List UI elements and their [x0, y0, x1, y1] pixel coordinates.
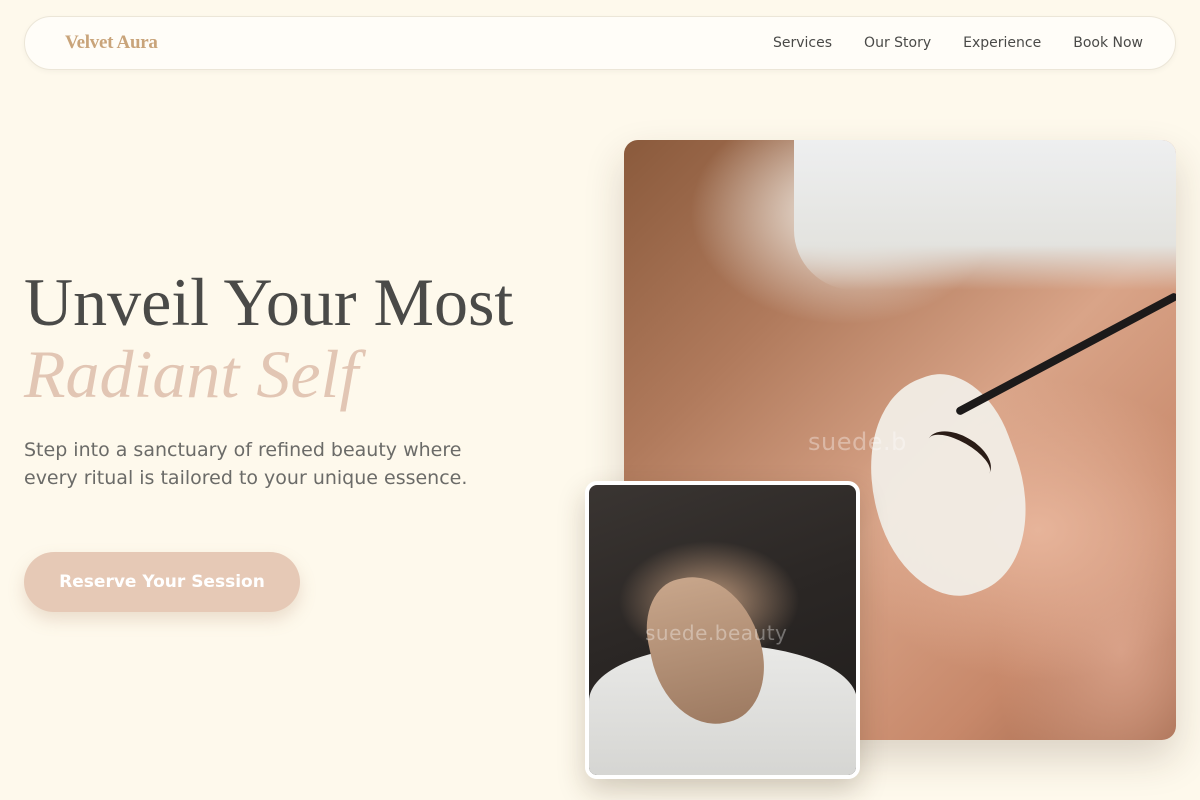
photo-eye-pad	[838, 356, 1056, 616]
photo-background-linen	[794, 140, 1176, 290]
hair-wash-photo: suede.beauty	[585, 481, 860, 779]
hero-headline-line1: Unveil Your Most	[24, 264, 514, 340]
nav-links: Services Our Story Experience Book Now	[773, 35, 1143, 51]
reserve-session-button[interactable]: Reserve Your Session	[24, 552, 300, 612]
nav-link-services[interactable]: Services	[773, 35, 832, 51]
navbar: Velvet Aura Services Our Story Experienc…	[24, 16, 1176, 70]
brand-logo[interactable]: Velvet Aura	[65, 32, 158, 54]
nav-link-experience[interactable]: Experience	[963, 35, 1041, 51]
hero-headline-accent: Radiant Self	[24, 336, 359, 412]
hero-headline: Unveil Your Most Radiant Self	[24, 266, 513, 410]
nav-link-book-now[interactable]: Book Now	[1073, 35, 1143, 51]
nav-link-our-story[interactable]: Our Story	[864, 35, 931, 51]
photo-tweezer	[954, 291, 1176, 417]
hero-subtext: Step into a sanctuary of refined beauty …	[24, 439, 468, 489]
